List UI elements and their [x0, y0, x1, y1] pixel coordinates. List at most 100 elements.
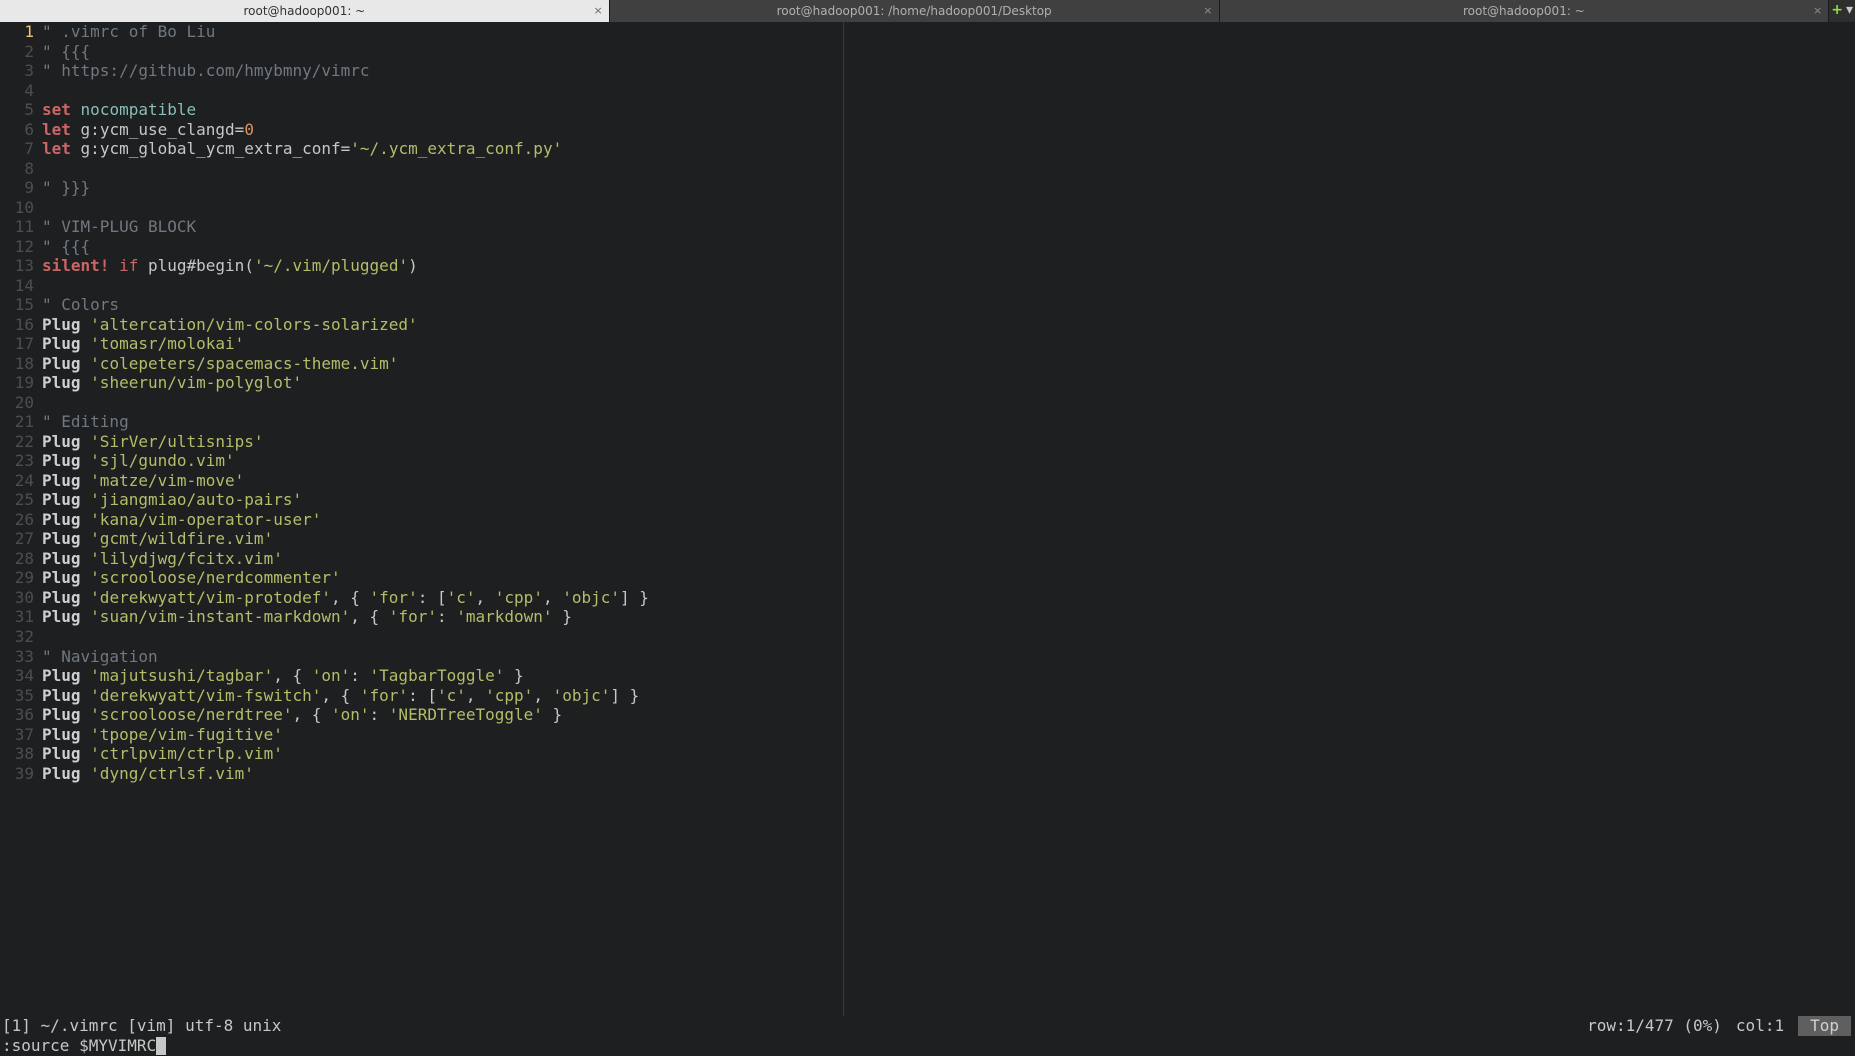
- tab-menu-icon[interactable]: ▾: [1846, 2, 1853, 19]
- command-text: :source $MYVIMRC: [2, 1036, 156, 1056]
- code-line[interactable]: Plug 'altercation/vim-colors-solarized': [42, 315, 649, 335]
- line-number: 29: [0, 568, 34, 588]
- buffer-number: [1]: [2, 1016, 31, 1035]
- code-line[interactable]: " .vimrc of Bo Liu: [42, 22, 649, 42]
- code-line[interactable]: set nocompatible: [42, 100, 649, 120]
- row-indicator: row:1/477 (0%): [1587, 1016, 1722, 1036]
- code-line[interactable]: " Colors: [42, 295, 649, 315]
- line-number: 35: [0, 686, 34, 706]
- code-line[interactable]: Plug 'suan/vim-instant-markdown', { 'for…: [42, 607, 649, 627]
- vim-statusline: [1] ~/.vimrc [vim] utf-8 unix row:1/477 …: [0, 1016, 1855, 1036]
- line-number: 6: [0, 120, 34, 140]
- code-line[interactable]: Plug 'lilydjwg/fcitx.vim': [42, 549, 649, 569]
- code-line[interactable]: [42, 276, 649, 296]
- line-number: 7: [0, 139, 34, 159]
- code-line[interactable]: Plug 'scrooloose/nerdcommenter': [42, 568, 649, 588]
- code-line[interactable]: Plug 'sjl/gundo.vim': [42, 451, 649, 471]
- code-line[interactable]: Plug 'jiangmiao/auto-pairs': [42, 490, 649, 510]
- code-line[interactable]: Plug 'derekwyatt/vim-protodef', { 'for':…: [42, 588, 649, 608]
- line-number: 36: [0, 705, 34, 725]
- code-line[interactable]: let g:ycm_use_clangd=0: [42, 120, 649, 140]
- line-number: 5: [0, 100, 34, 120]
- line-number: 34: [0, 666, 34, 686]
- line-number: 31: [0, 607, 34, 627]
- line-number: 33: [0, 647, 34, 667]
- code-line[interactable]: let g:ycm_global_ycm_extra_conf='~/.ycm_…: [42, 139, 649, 159]
- line-number: 38: [0, 744, 34, 764]
- terminal-tab-bar: root@hadoop001: ~ × root@hadoop001: /hom…: [0, 0, 1855, 22]
- code-line[interactable]: " {{{: [42, 42, 649, 62]
- vim-editor[interactable]: 1234567891011121314151617181920212223242…: [0, 22, 1855, 1016]
- vertical-split-divider[interactable]: [843, 22, 844, 1016]
- code-line[interactable]: " }}}: [42, 178, 649, 198]
- code-line[interactable]: [42, 159, 649, 179]
- code-line[interactable]: Plug 'tpope/vim-fugitive': [42, 725, 649, 745]
- line-number: 18: [0, 354, 34, 374]
- encoding-indicator: utf-8: [185, 1016, 233, 1035]
- line-number: 10: [0, 198, 34, 218]
- code-line[interactable]: Plug 'scrooloose/nerdtree', { 'on': 'NER…: [42, 705, 649, 725]
- code-line[interactable]: Plug 'dyng/ctrlsf.vim': [42, 764, 649, 784]
- col-indicator: col:1: [1736, 1016, 1784, 1036]
- code-line[interactable]: " Editing: [42, 412, 649, 432]
- code-line[interactable]: [42, 627, 649, 647]
- line-number: 25: [0, 490, 34, 510]
- tab-title: root@hadoop001: /home/hadoop001/Desktop: [777, 4, 1052, 19]
- file-path: ~/.vimrc: [41, 1016, 118, 1035]
- line-number: 27: [0, 529, 34, 549]
- line-number: 11: [0, 217, 34, 237]
- tab-title: root@hadoop001: ~: [1463, 4, 1585, 19]
- code-line[interactable]: silent! if plug#begin('~/.vim/plugged'): [42, 256, 649, 276]
- code-line[interactable]: [42, 393, 649, 413]
- vim-command-line[interactable]: :source $MYVIMRC: [0, 1036, 1855, 1056]
- terminal-tab-3[interactable]: root@hadoop001: ~ ×: [1220, 0, 1830, 22]
- filetype-indicator: [vim]: [127, 1016, 175, 1035]
- code-line[interactable]: Plug 'tomasr/molokai': [42, 334, 649, 354]
- line-number: 1: [0, 22, 34, 42]
- close-icon[interactable]: ×: [594, 4, 603, 17]
- line-number: 28: [0, 549, 34, 569]
- line-number: 37: [0, 725, 34, 745]
- line-number: 4: [0, 81, 34, 101]
- line-number: 12: [0, 237, 34, 257]
- line-number: 16: [0, 315, 34, 335]
- scroll-position: Top: [1798, 1016, 1851, 1036]
- code-line[interactable]: Plug 'colepeters/spacemacs-theme.vim': [42, 354, 649, 374]
- add-tab-icon[interactable]: +: [1831, 2, 1843, 19]
- terminal-tab-2[interactable]: root@hadoop001: /home/hadoop001/Desktop …: [610, 0, 1220, 22]
- code-line[interactable]: Plug 'sheerun/vim-polyglot': [42, 373, 649, 393]
- line-number: 17: [0, 334, 34, 354]
- code-line[interactable]: " VIM-PLUG BLOCK: [42, 217, 649, 237]
- code-line[interactable]: Plug 'derekwyatt/vim-fswitch', { 'for': …: [42, 686, 649, 706]
- code-line[interactable]: Plug 'gcmt/wildfire.vim': [42, 529, 649, 549]
- code-line[interactable]: " Navigation: [42, 647, 649, 667]
- line-number: 13: [0, 256, 34, 276]
- line-number: 20: [0, 393, 34, 413]
- close-icon[interactable]: ×: [1203, 4, 1212, 17]
- code-line[interactable]: " {{{: [42, 237, 649, 257]
- line-number: 22: [0, 432, 34, 452]
- terminal-tab-1[interactable]: root@hadoop001: ~ ×: [0, 0, 610, 22]
- line-number: 3: [0, 61, 34, 81]
- close-icon[interactable]: ×: [1813, 4, 1822, 17]
- cursor: [156, 1037, 166, 1055]
- code-line[interactable]: [42, 198, 649, 218]
- code-area[interactable]: " .vimrc of Bo Liu" {{{" https://github.…: [38, 22, 649, 1016]
- line-number: 39: [0, 764, 34, 784]
- line-number: 19: [0, 373, 34, 393]
- code-line[interactable]: Plug 'majutsushi/tagbar', { 'on': 'Tagba…: [42, 666, 649, 686]
- tab-controls: + ▾: [1829, 0, 1855, 22]
- line-number: 24: [0, 471, 34, 491]
- line-number: 2: [0, 42, 34, 62]
- line-number: 23: [0, 451, 34, 471]
- fileformat-indicator: unix: [243, 1016, 282, 1035]
- line-number-gutter: 1234567891011121314151617181920212223242…: [0, 22, 38, 1016]
- code-line[interactable]: Plug 'ctrlpvim/ctrlp.vim': [42, 744, 649, 764]
- code-line[interactable]: Plug 'matze/vim-move': [42, 471, 649, 491]
- code-line[interactable]: [42, 81, 649, 101]
- code-line[interactable]: Plug 'kana/vim-operator-user': [42, 510, 649, 530]
- tab-title: root@hadoop001: ~: [243, 4, 365, 19]
- code-line[interactable]: " https://github.com/hmybmny/vimrc: [42, 61, 649, 81]
- line-number: 30: [0, 588, 34, 608]
- code-line[interactable]: Plug 'SirVer/ultisnips': [42, 432, 649, 452]
